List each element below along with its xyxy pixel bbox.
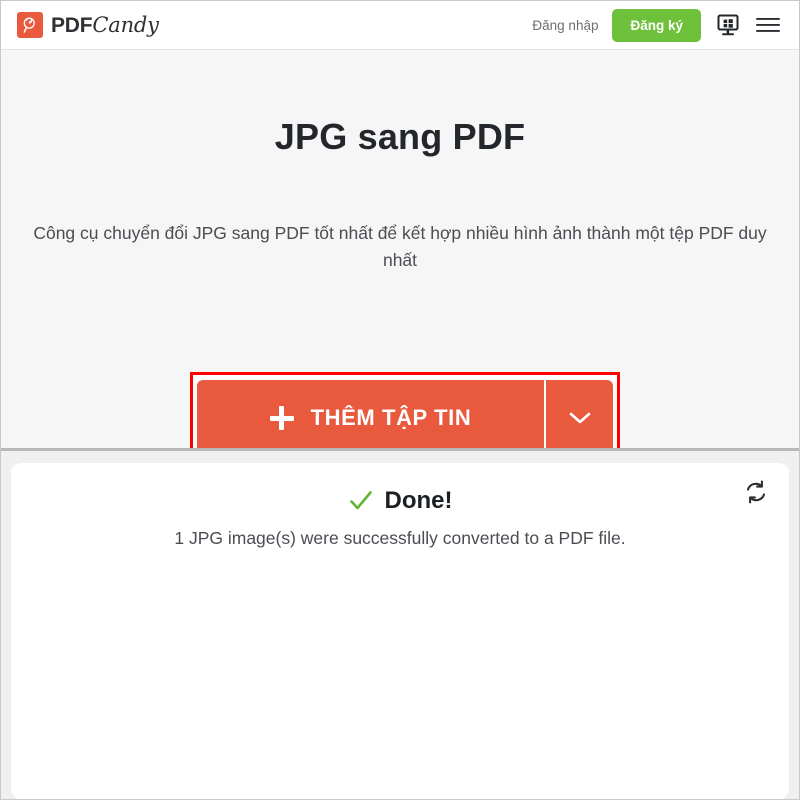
- add-file-button[interactable]: THÊM TẬP TIN: [197, 380, 544, 456]
- done-label: Done!: [384, 487, 453, 514]
- site-header: PDFCandy Đăng nhập Đăng ký: [1, 1, 799, 50]
- hero-section: JPG sang PDF Công cụ chuyển đổi JPG sang…: [1, 50, 799, 486]
- add-file-label: THÊM TẬP TIN: [310, 405, 472, 430]
- logo-text-script: Candy: [92, 12, 159, 37]
- logo-text-bold: PDF: [51, 13, 93, 37]
- result-card: Done! 1 JPG image(s) were successfully c…: [11, 463, 789, 799]
- page-title: JPG sang PDF: [274, 116, 526, 157]
- windows-desktop-icon[interactable]: [715, 12, 741, 38]
- done-message: 1 JPG image(s) were successfully convert…: [174, 528, 626, 548]
- hamburger-menu-icon[interactable]: [755, 15, 781, 35]
- chevron-down-icon: [569, 412, 590, 424]
- pdfcandy-page: PDFCandy Đăng nhập Đăng ký JPG sang PDF …: [0, 0, 800, 800]
- result-section: Done! 1 JPG image(s) were successfully c…: [1, 451, 799, 799]
- add-file-button-group: THÊM TẬP TIN: [197, 380, 613, 456]
- check-icon: [348, 488, 374, 514]
- page-subtitle: Công cụ chuyển đổi JPG sang PDF tốt nhất…: [33, 223, 767, 271]
- section-divider: [1, 448, 799, 451]
- plus-icon: [269, 406, 294, 430]
- logo[interactable]: PDFCandy: [17, 12, 159, 38]
- add-file-dropdown-button[interactable]: [544, 380, 613, 456]
- signup-button[interactable]: Đăng ký: [612, 8, 701, 42]
- header-actions: Đăng nhập Đăng ký: [532, 8, 781, 42]
- refresh-icon[interactable]: [741, 477, 771, 507]
- done-status: Done!: [11, 487, 789, 515]
- lollipop-icon: [17, 12, 43, 38]
- logo-text: PDFCandy: [51, 13, 159, 38]
- login-link[interactable]: Đăng nhập: [532, 18, 598, 33]
